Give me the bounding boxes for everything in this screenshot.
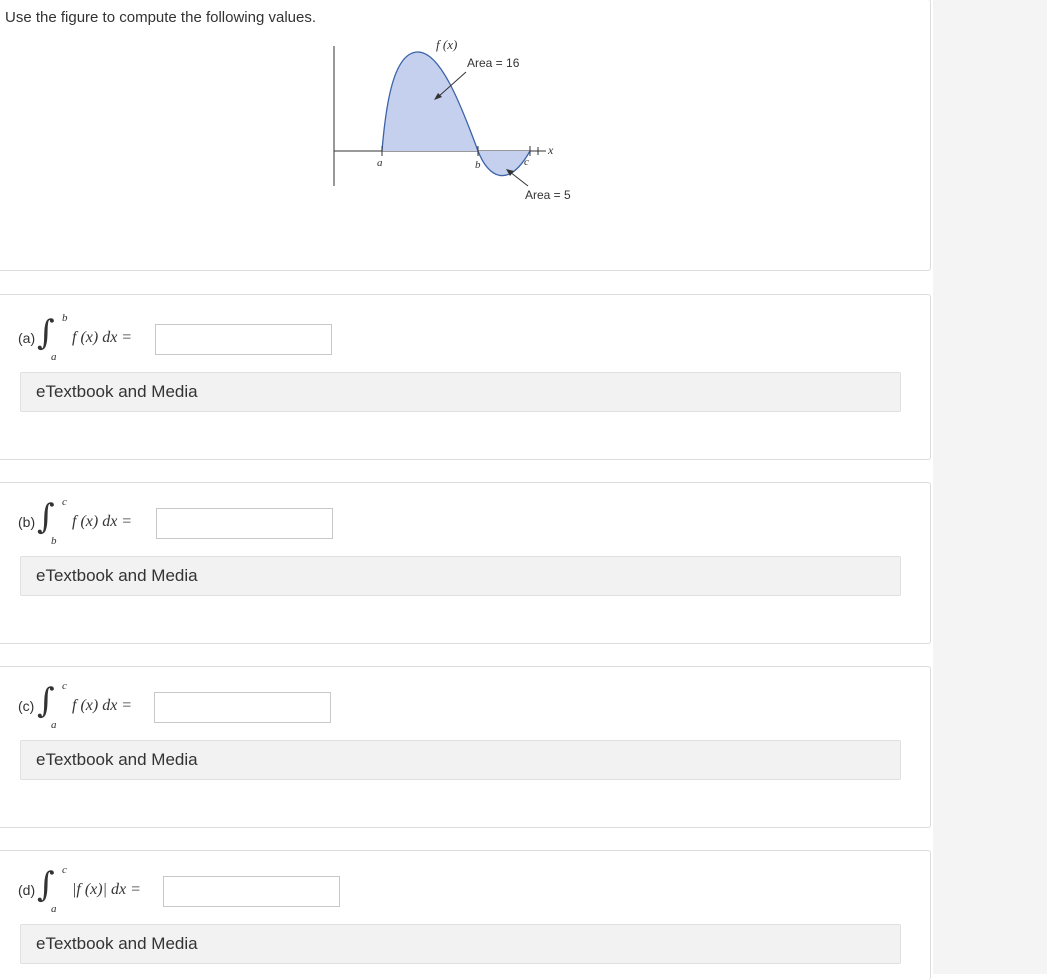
integral-sign: ∫	[37, 313, 55, 353]
question-label: (c)	[18, 698, 35, 714]
etextbook-media-label: eTextbook and Media	[36, 382, 198, 401]
etextbook-media-label: eTextbook and Media	[36, 934, 198, 953]
lower-limit: a	[51, 903, 57, 915]
figure-card: Use the figure to compute the following …	[0, 0, 931, 271]
answer-input-b[interactable]	[156, 508, 333, 539]
lower-limit: a	[51, 351, 57, 363]
question-card-c: (c) ∫ c a f (x) dx = eTextbook and Media	[0, 666, 931, 828]
etextbook-media-button-b[interactable]: eTextbook and Media	[20, 556, 901, 596]
point-c-label: c	[524, 156, 529, 168]
area-figure: f (x) Area = 16 Area = 5 x a b c	[333, 37, 571, 202]
function-label: f (x)	[436, 37, 457, 52]
question-label: (b)	[18, 514, 36, 530]
question-label: (a)	[18, 330, 36, 346]
integral-expression: |f (x)| dx =	[72, 881, 141, 898]
answer-input-c[interactable]	[154, 692, 331, 723]
x-axis-label: x	[547, 143, 554, 157]
integral-expression: f (x) dx =	[72, 329, 133, 346]
question-card-a: (a) ∫ b a f (x) dx = eTextbook and Media	[0, 294, 931, 460]
answer-input-a[interactable]	[155, 324, 332, 355]
upper-limit: c	[62, 680, 67, 692]
area-top-label: Area = 16	[467, 56, 520, 70]
etextbook-media-label: eTextbook and Media	[36, 566, 198, 585]
etextbook-media-button-d[interactable]: eTextbook and Media	[20, 924, 901, 964]
area-bottom-label: Area = 5	[525, 188, 571, 202]
lower-limit: b	[51, 535, 57, 547]
integral-expression: f (x) dx =	[72, 697, 133, 714]
positive-area-region	[382, 52, 478, 151]
answer-input-d[interactable]	[163, 876, 340, 907]
lower-limit: a	[51, 719, 57, 731]
upper-limit: c	[62, 496, 67, 508]
integral-sign: ∫	[37, 865, 55, 905]
point-b-label: b	[475, 159, 481, 171]
point-a-label: a	[377, 157, 383, 169]
question-card-b: (b) ∫ c b f (x) dx = eTextbook and Media	[0, 482, 931, 644]
right-side-panel	[933, 0, 1047, 974]
integral-sign: ∫	[37, 681, 55, 721]
upper-limit: b	[62, 312, 68, 324]
upper-limit: c	[62, 864, 67, 876]
integral-sign: ∫	[37, 497, 55, 537]
question-card-d: (d) ∫ c a |f (x)| dx = eTextbook and Med…	[0, 850, 931, 980]
etextbook-media-button-a[interactable]: eTextbook and Media	[20, 372, 901, 412]
integral-expression: f (x) dx =	[72, 513, 133, 530]
etextbook-media-button-c[interactable]: eTextbook and Media	[20, 740, 901, 780]
question-label: (d)	[18, 882, 36, 898]
etextbook-media-label: eTextbook and Media	[36, 750, 198, 769]
area-bottom-arrow	[509, 171, 529, 187]
question-intro: Use the figure to compute the following …	[5, 9, 317, 26]
